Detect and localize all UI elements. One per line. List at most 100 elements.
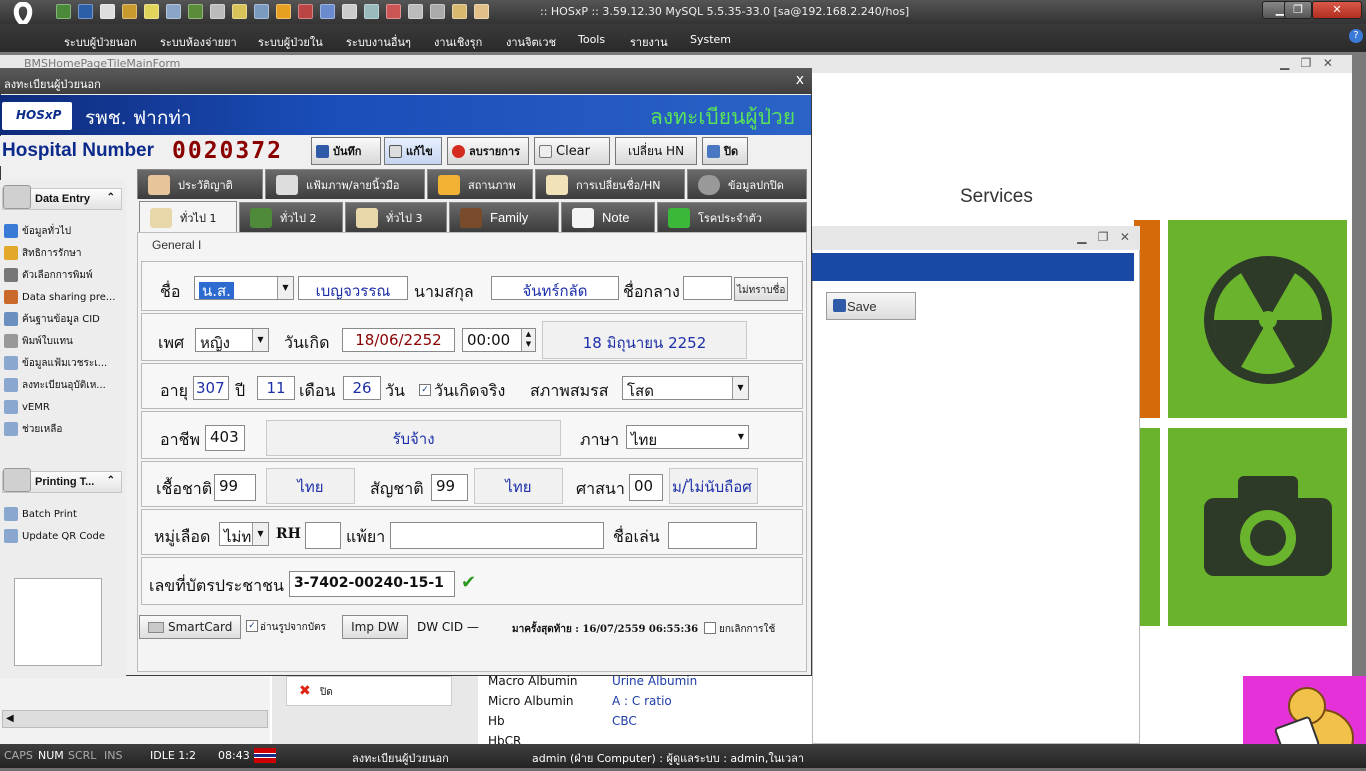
tab-general-3[interactable]: ทั่วไป 3 <box>345 202 447 232</box>
service-tile-camera[interactable] <box>1168 428 1347 626</box>
collapse-icon[interactable]: ⌃ <box>107 192 115 203</box>
language-select[interactable]: ไทย ▼ <box>626 425 749 449</box>
toolbar-quick-icon[interactable] <box>320 4 335 19</box>
chevron-down-icon[interactable]: ▼ <box>738 432 744 441</box>
toolbar-quick-icon[interactable] <box>232 4 247 19</box>
toolbar-quick-icon[interactable] <box>144 4 159 19</box>
left-item[interactable]: ค้นฐานข้อมูล CID <box>4 310 124 328</box>
scroll-left-icon[interactable]: ◀ <box>6 713 14 724</box>
chevron-down-icon[interactable]: ▼ <box>252 523 268 545</box>
left-item[interactable]: Batch Print <box>4 505 124 523</box>
collapse-icon[interactable]: ⌃ <box>107 475 115 486</box>
toolbar-quick-icon[interactable] <box>78 4 93 19</box>
age-months-field[interactable]: 11 <box>257 376 295 400</box>
birth-time-field[interactable]: 00:00 ▲ ▼ <box>462 328 536 352</box>
cid-field[interactable]: 3-7402-00240-15-1 <box>289 571 455 597</box>
toolbar-quick-icon[interactable] <box>474 4 489 19</box>
tab-general-1[interactable]: ทั่วไป 1 <box>139 201 237 233</box>
dialog-close-button[interactable]: x <box>796 72 804 88</box>
allergy-field[interactable] <box>390 522 604 549</box>
race-code-field[interactable]: 99 <box>214 474 256 501</box>
data-entry-group[interactable]: Data Entry ⌃ <box>2 185 122 210</box>
left-item[interactable]: ลงทะเบียนอุบัติเห... <box>4 376 124 394</box>
toolbar-quick-icon[interactable] <box>386 4 401 19</box>
clear-button[interactable]: Clear <box>534 137 610 165</box>
tab-hidden-info[interactable]: ข้อมูลปกปิด <box>687 169 807 199</box>
delete-button[interactable]: ลบรายการ <box>447 137 529 165</box>
left-item[interactable]: vEMR <box>4 398 124 416</box>
left-item[interactable]: ช่วยเหลือ <box>4 420 124 438</box>
real-birth-checkbox[interactable]: ✓ <box>419 384 431 396</box>
read-photo-checkbox[interactable]: ✓ <box>246 620 258 632</box>
toolbar-quick-icon[interactable] <box>100 4 115 19</box>
sex-select[interactable]: หญิง ▼ <box>195 328 269 352</box>
tab-chronic-disease[interactable]: โรคประจำตัว <box>657 202 807 232</box>
horizontal-scrollbar[interactable]: ◀ <box>2 710 268 728</box>
menu-item[interactable]: ระบบผู้ป่วยใน <box>258 33 323 51</box>
inner-window-controls[interactable]: ▁ ❐ ✕ <box>1077 230 1130 244</box>
left-item[interactable]: ตัวเลือกการพิมพ์ <box>4 266 124 284</box>
toolbar-quick-icon[interactable] <box>276 4 291 19</box>
left-item[interactable]: พิมพ์ใบแทน <box>4 332 124 350</box>
toolbar-quick-icon[interactable] <box>188 4 203 19</box>
save-button[interactable]: Save <box>826 292 916 320</box>
menu-item[interactable]: ระบบห้องจ่ายยา <box>160 33 237 51</box>
chevron-down-icon[interactable]: ▼ <box>277 277 293 299</box>
home-tile-window-controls[interactable]: ▁ ❐ ✕ <box>1280 56 1333 70</box>
nickname-field[interactable] <box>668 522 757 549</box>
printing-group[interactable]: Printing T... ⌃ <box>2 468 122 493</box>
patient-photo-box[interactable] <box>14 578 102 666</box>
religion-code-field[interactable]: 00 <box>629 474 663 501</box>
surname-field[interactable]: จันทร์กลัด <box>491 276 619 300</box>
toolbar-quick-icon[interactable] <box>342 4 357 19</box>
service-tile-radiology[interactable] <box>1168 220 1347 418</box>
chevron-down-icon[interactable]: ▼ <box>252 329 268 351</box>
save-record-button[interactable]: บันทึก <box>311 137 381 165</box>
toolbar-quick-icon[interactable] <box>298 4 313 19</box>
left-item[interactable]: Data sharing pre... <box>4 288 124 306</box>
help-icon[interactable]: ? <box>1349 29 1363 43</box>
age-years-field[interactable]: 307 <box>193 376 229 400</box>
cancel-use-checkbox[interactable] <box>704 622 716 634</box>
middle-name-field[interactable] <box>683 276 732 300</box>
menu-item[interactable]: รายงาน <box>630 33 668 51</box>
menu-item[interactable]: งานเชิงรุก <box>434 33 482 51</box>
chevron-down-icon[interactable]: ▼ <box>732 377 748 399</box>
first-name-field[interactable]: เบญจวรรณ <box>298 276 408 300</box>
left-item[interactable]: ข้อมูลทั่วไป <box>4 222 124 240</box>
tab-name-change[interactable]: การเปลี่ยนชื่อ/HN <box>535 169 685 199</box>
toolbar-quick-icon[interactable] <box>122 4 137 19</box>
close-dialog-button[interactable]: ปิด <box>702 137 748 165</box>
change-hn-button[interactable]: เปลี่ยน HN <box>615 137 697 165</box>
toolbar-quick-icon[interactable] <box>430 4 445 19</box>
toolbar-quick-icon[interactable] <box>56 4 71 19</box>
restore-button[interactable]: ❐ <box>1284 1 1312 19</box>
menu-item[interactable]: งานจิตเวช <box>506 33 556 51</box>
close-button[interactable]: ✕ <box>1312 1 1362 19</box>
prefix-select[interactable]: น.ส. ▼ <box>194 276 294 300</box>
menu-item[interactable]: Tools <box>578 33 605 46</box>
unknown-name-button[interactable]: ไม่ทราบชื่อ <box>734 277 788 301</box>
left-item[interactable]: ข้อมูลแฟ้มเวชระเ... <box>4 354 124 372</box>
tab-relatives[interactable]: ประวัติญาติ <box>137 169 263 199</box>
toolbar-quick-icon[interactable] <box>452 4 467 19</box>
nationality-code-field[interactable]: 99 <box>431 474 468 501</box>
close-item[interactable]: ✖ ปิด <box>286 676 452 706</box>
toolbar-quick-icon[interactable] <box>364 4 379 19</box>
blood-group-select[interactable]: ไม่ท ▼ <box>219 522 269 546</box>
marital-select[interactable]: โสด ▼ <box>622 376 749 400</box>
tab-family[interactable]: Family <box>449 202 559 232</box>
tab-status[interactable]: สถานภาพ <box>427 169 533 199</box>
age-days-field[interactable]: 26 <box>343 376 381 400</box>
smartcard-button[interactable]: SmartCard <box>139 615 241 639</box>
toolbar-quick-icon[interactable] <box>210 4 225 19</box>
edit-button[interactable]: แก้ไข <box>384 137 442 165</box>
time-spinner-icon[interactable]: ▲ ▼ <box>521 329 535 351</box>
tab-photos[interactable]: แฟ้มภาพ/ลายนิ้วมือ <box>265 169 425 199</box>
menu-item[interactable]: ระบบผู้ป่วยนอก <box>64 33 137 51</box>
rh-field[interactable] <box>305 522 341 549</box>
left-item[interactable]: Update QR Code <box>4 527 124 545</box>
tab-general-2[interactable]: ทั่วไป 2 <box>239 202 343 232</box>
menu-item[interactable]: ระบบงานอื่นๆ <box>346 33 411 51</box>
birth-date-field[interactable]: 18/06/2252 <box>342 328 455 352</box>
